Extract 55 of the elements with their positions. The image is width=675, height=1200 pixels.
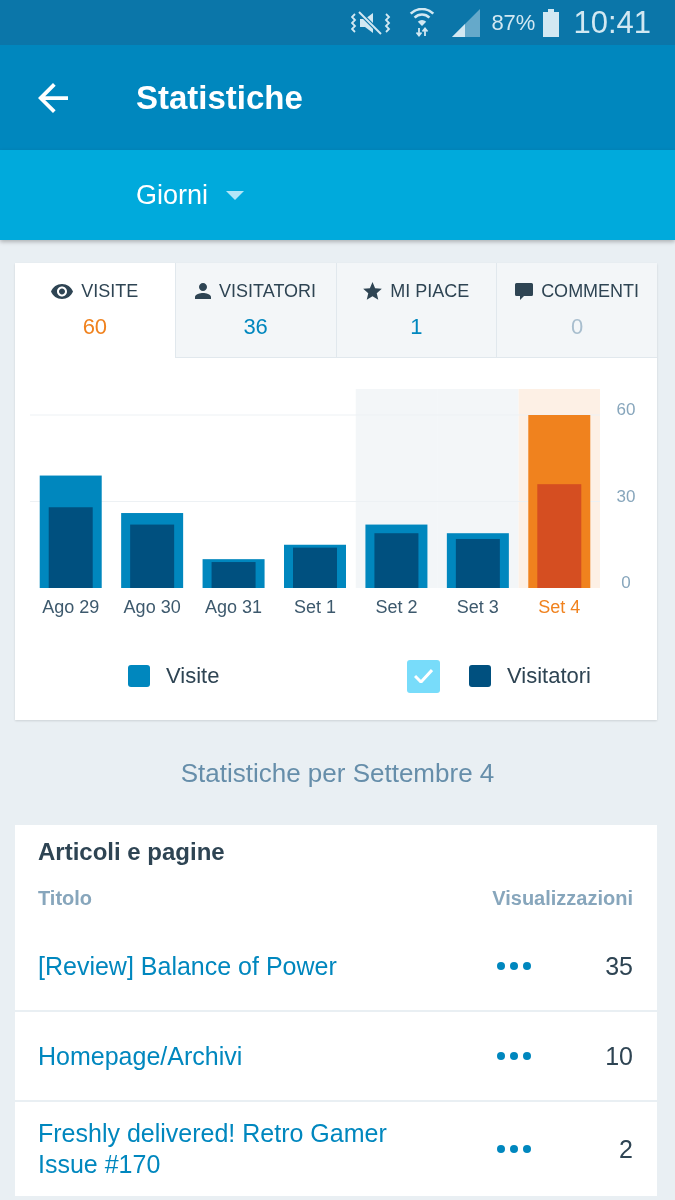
visits-bar[interactable] xyxy=(39,475,102,588)
post-title-link[interactable]: Homepage/Archivi xyxy=(38,1040,243,1072)
back-icon[interactable] xyxy=(38,82,68,113)
y-axis-label: 30 xyxy=(616,486,636,506)
tab-count: 1 xyxy=(410,314,423,340)
visits-bar[interactable] xyxy=(202,559,265,588)
person-icon xyxy=(195,283,212,299)
card-title: Articoli e pagine xyxy=(37,839,226,865)
signal-icon xyxy=(451,8,482,37)
view-count: 35 xyxy=(605,951,633,981)
comment-icon xyxy=(515,282,534,300)
series-checkbox[interactable] xyxy=(407,659,440,693)
x-axis-label[interactable]: Set 3 xyxy=(456,597,499,617)
more-icon[interactable] xyxy=(497,962,531,970)
section-heading: Statistiche per Settembre 4 xyxy=(179,757,496,790)
view-count: 2 xyxy=(619,1134,633,1164)
eye-icon xyxy=(51,283,74,299)
vibrate-mode-icon xyxy=(351,9,392,36)
column-header: Titolo xyxy=(38,887,93,910)
star-icon xyxy=(363,282,383,300)
visitors-bar[interactable] xyxy=(130,524,175,588)
x-axis-label[interactable]: Ago 29 xyxy=(42,597,100,617)
x-axis-label[interactable]: Ago 30 xyxy=(123,597,181,617)
tab-count: 60 xyxy=(82,314,108,340)
clock-time: 10:41 xyxy=(573,4,651,41)
caret-icon xyxy=(226,190,245,200)
view-count: 10 xyxy=(605,1041,633,1071)
visits-bar[interactable] xyxy=(284,544,346,588)
legend-label: Visitatori xyxy=(507,663,591,689)
battery-icon xyxy=(543,8,560,37)
visits-bar[interactable] xyxy=(365,524,428,588)
stat-tab[interactable]: VISITE 60 xyxy=(15,263,175,358)
screen-title: Statistiche xyxy=(136,78,303,117)
stat-tab[interactable]: MI PIACE 1 xyxy=(335,263,497,358)
x-axis-label[interactable]: Ago 31 xyxy=(205,597,263,617)
battery-percentage: 87% xyxy=(491,9,536,36)
post-title-link[interactable]: Freshly delivered! Retro Gamer Issue #170 xyxy=(38,1118,443,1180)
post-title-link[interactable]: [Review] Balance of Power xyxy=(38,950,337,982)
y-axis-label: 0 xyxy=(621,573,631,592)
checkmark-icon xyxy=(414,669,433,683)
x-axis-label[interactable]: Set 1 xyxy=(294,597,336,617)
stat-tab[interactable]: COMMENTI 0 xyxy=(496,263,657,358)
tab-count: 0 xyxy=(571,314,584,340)
visits-bar[interactable] xyxy=(121,513,184,588)
tab-count: 36 xyxy=(243,314,268,340)
visitors-bar[interactable] xyxy=(455,539,500,588)
legend-label: Visite xyxy=(166,663,220,689)
stat-tab[interactable]: VISITATORI 36 xyxy=(174,263,336,358)
x-axis-label[interactable]: Set 2 xyxy=(375,597,418,617)
visitors-bar[interactable] xyxy=(537,484,582,588)
more-icon[interactable] xyxy=(497,1145,531,1153)
visits-bar[interactable] xyxy=(446,533,509,588)
y-axis-label: 60 xyxy=(616,400,636,419)
more-icon[interactable] xyxy=(497,1052,531,1060)
column-header: Visualizzazioni xyxy=(492,887,633,910)
